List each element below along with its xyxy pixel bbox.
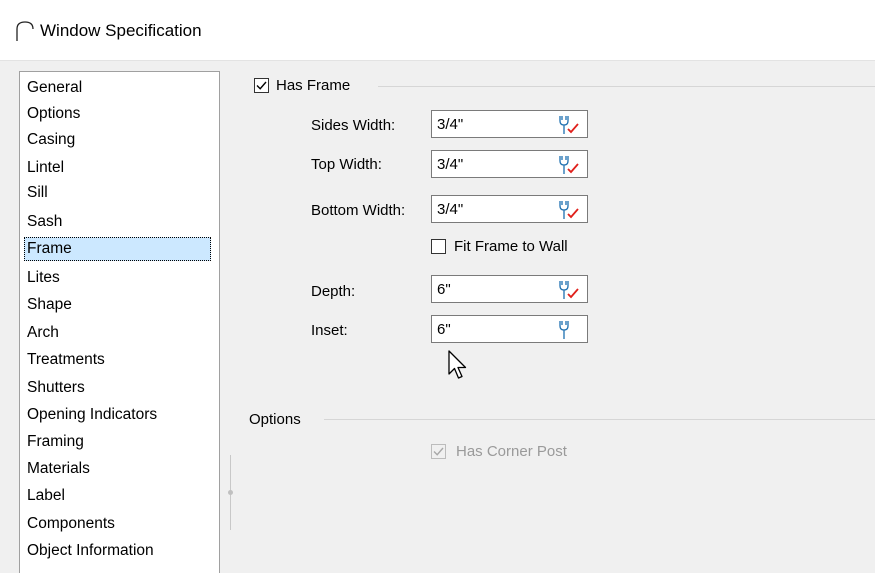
bottom-width-value: 3/4" (437, 201, 464, 218)
wrench-icon[interactable] (554, 154, 582, 176)
depth-field[interactable]: 6" (431, 275, 588, 303)
mouse-pointer-icon (448, 350, 467, 379)
nav-item-lites[interactable]: Lites (24, 266, 64, 290)
depth-label: Depth: (311, 283, 356, 300)
options-group-label: Options (249, 411, 301, 428)
sides-width-value: 3/4" (437, 116, 464, 133)
checkmark-icon (256, 81, 267, 90)
bottom-width-field[interactable]: 3/4" (431, 195, 588, 223)
nav-item-materials[interactable]: Materials (24, 457, 94, 481)
nav-item-casing[interactable]: Casing (24, 128, 79, 152)
frame-group-line (378, 86, 875, 87)
arch-window-icon (16, 21, 34, 41)
nav-item-shape[interactable]: Shape (24, 293, 76, 317)
top-width-label: Top Width: (311, 156, 382, 173)
nav-item-frame[interactable]: Frame (24, 237, 211, 261)
inset-label: Inset: (311, 322, 348, 339)
nav-item-shutters[interactable]: Shutters (24, 376, 89, 400)
sides-width-label: Sides Width: (311, 117, 396, 134)
nav-item-framing[interactable]: Framing (24, 430, 88, 454)
nav-item-sill[interactable]: Sill (24, 181, 52, 205)
nav-item-sash[interactable]: Sash (24, 210, 66, 234)
sides-width-field[interactable]: 3/4" (431, 110, 588, 138)
title-bar: Window Specification (0, 0, 875, 60)
wrench-icon[interactable] (554, 199, 582, 221)
nav-item-options[interactable]: Options (24, 102, 84, 126)
wrench-icon[interactable] (554, 279, 582, 301)
nav-item-opening-indicators[interactable]: Opening Indicators (24, 403, 161, 427)
has-corner-post-checkbox[interactable] (431, 444, 446, 459)
window-title: Window Specification (40, 21, 202, 40)
title-divider (0, 60, 875, 61)
has-corner-post-label: Has Corner Post (456, 443, 567, 460)
nav-item-object-information[interactable]: Object Information (24, 539, 158, 563)
nav-item-label[interactable]: Label (24, 484, 69, 508)
top-width-field[interactable]: 3/4" (431, 150, 588, 178)
nav-item-general[interactable]: General (24, 76, 86, 100)
depth-value: 6" (437, 281, 451, 298)
splitter-grip[interactable] (228, 490, 233, 495)
fit-frame-to-wall-checkbox[interactable] (431, 239, 446, 254)
wrench-icon[interactable] (554, 114, 582, 136)
nav-item-lintel[interactable]: Lintel (24, 156, 68, 180)
has-frame-label: Has Frame (276, 77, 351, 94)
inset-value: 6" (437, 321, 451, 338)
nav-item-components[interactable]: Components (24, 512, 119, 536)
fit-frame-to-wall-label: Fit Frame to Wall (454, 238, 568, 255)
nav-item-arch[interactable]: Arch (24, 321, 63, 345)
has-frame-checkbox[interactable] (254, 78, 269, 93)
checkmark-icon (433, 447, 444, 456)
nav-item-treatments[interactable]: Treatments (24, 348, 109, 372)
top-width-value: 3/4" (437, 156, 464, 173)
inset-field[interactable]: 6" (431, 315, 588, 343)
options-group-line (324, 419, 875, 420)
category-list[interactable]: General Options Casing Lintel Sill Sash … (19, 71, 220, 573)
wrench-icon[interactable] (554, 319, 582, 341)
bottom-width-label: Bottom Width: (311, 202, 406, 219)
